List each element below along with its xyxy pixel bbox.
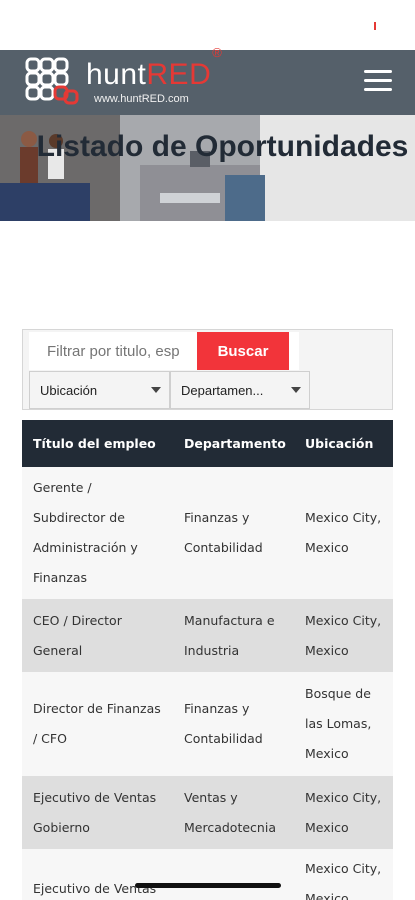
column-header-department[interactable]: Departamento [174,436,294,451]
filter-panel: Buscar Ubicación Departamen... [22,329,393,410]
job-location: Mexico City, Mexico [305,612,382,658]
huntred-logo-icon[interactable] [24,56,80,108]
registered-mark: ® [212,45,223,60]
job-location: Mexico City, Mexico [305,789,382,835]
job-title[interactable]: Gerente / Subdirector de Administración … [33,473,138,593]
hero-banner: Listado de Oportunidades [0,115,415,221]
job-location: Bosque de las Lomas, Mexico [305,686,372,761]
search-button[interactable]: Buscar [197,332,289,370]
hamburger-menu-icon[interactable] [364,70,392,94]
column-header-location[interactable]: Ubicación [294,436,393,451]
chevron-down-icon [291,387,301,393]
department-select-label: Departamen... [181,382,264,398]
search-input[interactable] [29,332,197,370]
site-header: huntRED® www.huntRED.com [0,45,415,115]
table-row[interactable]: CEO / Director General Manufactura e Ind… [22,599,393,672]
chevron-down-icon [151,387,161,393]
job-department: Finanzas y Contabilidad [184,510,263,555]
location-select[interactable]: Ubicación [29,371,170,409]
job-title[interactable]: CEO / Director General [33,606,122,666]
department-select[interactable]: Departamen... [170,371,310,409]
job-location: Mexico City, Mexico [305,510,382,555]
brand-url: www.huntRED.com [94,93,189,105]
location-select-label: Ubicación [40,382,98,398]
table-row[interactable]: Gerente / Subdirector de Administración … [22,467,393,599]
search-bar: Buscar [29,332,299,370]
brand-name[interactable]: huntRED® [86,45,222,92]
table-row[interactable]: Ejecutivo de Ventas Mexico City, Mexico [22,849,393,900]
status-bar [0,0,415,50]
job-location: Mexico City, Mexico [305,861,382,900]
job-department: Manufactura e Industria [184,612,275,658]
table-header: Título del empleo Departamento Ubicación [22,420,393,467]
column-header-title[interactable]: Título del empleo [22,436,174,451]
job-department: Finanzas y Contabilidad [184,701,263,746]
job-department: Ventas y Mercadotecnia [184,789,276,835]
home-indicator[interactable] [135,883,281,888]
table-row[interactable]: Ejecutivo de Ventas Gobierno Ventas y Me… [22,776,393,849]
table-row[interactable]: Director de Finanzas / CFO Finanzas y Co… [22,672,393,776]
jobs-table: Título del empleo Departamento Ubicación… [22,420,393,900]
job-title[interactable]: Ejecutivo de Ventas Gobierno [33,783,156,843]
page-title: Listado de Oportunidades [36,130,409,163]
brand-prefix: hunt [86,58,147,91]
job-title[interactable]: Director de Finanzas / CFO [33,694,161,754]
status-indicator [374,22,376,30]
filter-selects: Ubicación Departamen... [29,371,310,409]
brand-suffix: RED [146,58,212,91]
